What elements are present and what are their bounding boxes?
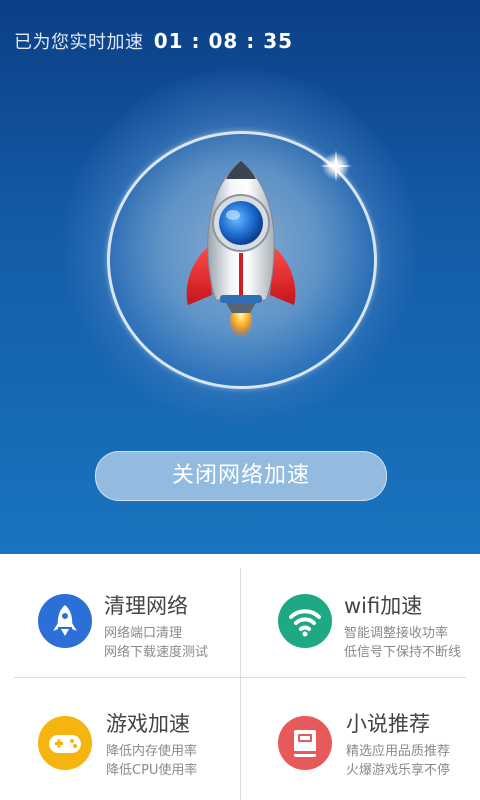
feature-desc-line2: 网络下载速度测试 <box>104 645 209 660</box>
sparkle-icon <box>320 150 352 182</box>
rocket-icon <box>38 594 92 648</box>
feature-title: wifi加速 <box>344 594 423 618</box>
accelerator-panel: 已为您实时加速 01 : 08 : 35 关闭网络加速 <box>0 0 480 554</box>
feature-clean-network[interactable]: 清理网络 网络端口清理 网络下载速度测试 <box>0 554 240 676</box>
wifi-icon <box>278 594 332 648</box>
book-icon <box>278 716 332 770</box>
feature-desc-line2: 低信号下保持不断线 <box>344 645 462 660</box>
rocket-illustration <box>186 160 296 337</box>
feature-game-boost[interactable]: 游戏加速 降低内存使用率 降低CPU使用率 <box>0 678 240 800</box>
feature-desc-line1: 网络端口清理 <box>104 626 183 641</box>
acceleration-status: 已为您实时加速 01 : 08 : 35 <box>14 28 293 54</box>
gamepad-icon <box>38 716 92 770</box>
feature-title: 清理网络 <box>104 594 188 618</box>
feature-novel-recommend[interactable]: 小说推荐 精选应用品质推荐 火爆游戏乐享不停 <box>240 678 480 800</box>
feature-grid: 清理网络 网络端口清理 网络下载速度测试 wifi加速 智能调整接收功率 低信号… <box>0 554 480 800</box>
feature-desc-line1: 降低内存使用率 <box>106 744 198 759</box>
feature-desc-line1: 智能调整接收功率 <box>344 626 449 641</box>
feature-wifi-boost[interactable]: wifi加速 智能调整接收功率 低信号下保持不断线 <box>240 554 480 676</box>
feature-desc-line2: 降低CPU使用率 <box>106 763 198 778</box>
close-acceleration-button[interactable]: 关闭网络加速 <box>95 451 387 501</box>
feature-title: 小说推荐 <box>346 712 430 736</box>
status-label: 已为您实时加速 <box>14 32 144 53</box>
feature-desc-line1: 精选应用品质推荐 <box>346 744 451 759</box>
feature-desc-line2: 火爆游戏乐享不停 <box>346 763 451 778</box>
acceleration-timer: 01 : 08 : 35 <box>153 29 294 53</box>
feature-title: 游戏加速 <box>106 712 190 736</box>
